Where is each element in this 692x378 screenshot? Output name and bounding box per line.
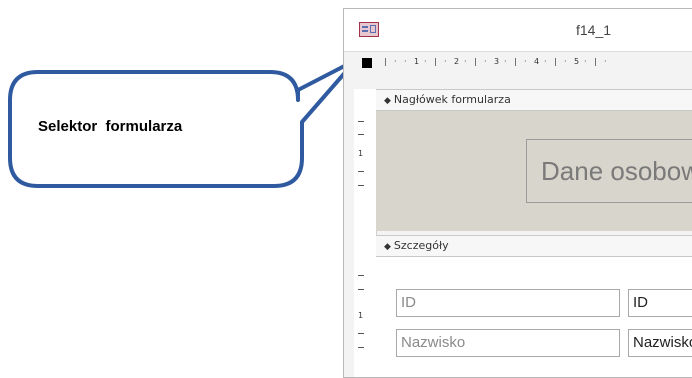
ruler-mark-3: 3 bbox=[494, 57, 500, 66]
vertical-ruler: 1 1 bbox=[354, 89, 377, 377]
callout-label: Selektor formularza bbox=[38, 118, 183, 135]
field-label-id[interactable]: ID bbox=[396, 289, 620, 317]
section-arrow-icon: ◆ bbox=[384, 242, 391, 252]
form-selector-button[interactable] bbox=[362, 58, 372, 68]
section-bar-detail[interactable]: ◆ Szczegóły bbox=[376, 235, 692, 257]
ruler-mark-2: 2 bbox=[454, 57, 460, 66]
ruler-v-mark-detail: 1 bbox=[358, 311, 364, 320]
window-titlebar[interactable]: f14_1 bbox=[344, 9, 692, 52]
ruler-mark-1: 1 bbox=[414, 57, 420, 66]
horizontal-ruler: | · · 1 · | · 2 · | · 3 · | · 4 · | · 5 · | · bbox=[384, 57, 607, 66]
ruler-mark-4: 4 bbox=[534, 57, 540, 66]
section-arrow-icon: ◆ bbox=[384, 96, 391, 106]
form-header-area[interactable]: Dane osobowe bbox=[376, 111, 692, 231]
form-icon bbox=[359, 22, 379, 37]
window-title: f14_1 bbox=[576, 22, 612, 38]
ruler-v-mark-header: 1 bbox=[358, 149, 364, 158]
field-label-nazwisko[interactable]: Nazwisko bbox=[396, 329, 620, 357]
form-title-label[interactable]: Dane osobowe bbox=[526, 139, 692, 203]
section-header-label: Nagłówek formularza bbox=[393, 93, 511, 106]
section-bar-header[interactable]: ◆ Nagłówek formularza bbox=[376, 89, 692, 111]
section-detail-label: Szczegóły bbox=[393, 239, 449, 252]
form-design-window: f14_1 | · · 1 · | · 2 · | · 3 · | · 4 · | · 5 · | · … bbox=[343, 8, 692, 378]
field-input-id[interactable]: ID bbox=[628, 289, 692, 317]
form-detail-area[interactable]: ID ID Nazwisko Nazwisko bbox=[376, 257, 692, 377]
field-input-nazwisko[interactable]: Nazwisko bbox=[628, 329, 692, 357]
ruler-mark-5: 5 bbox=[574, 57, 580, 66]
